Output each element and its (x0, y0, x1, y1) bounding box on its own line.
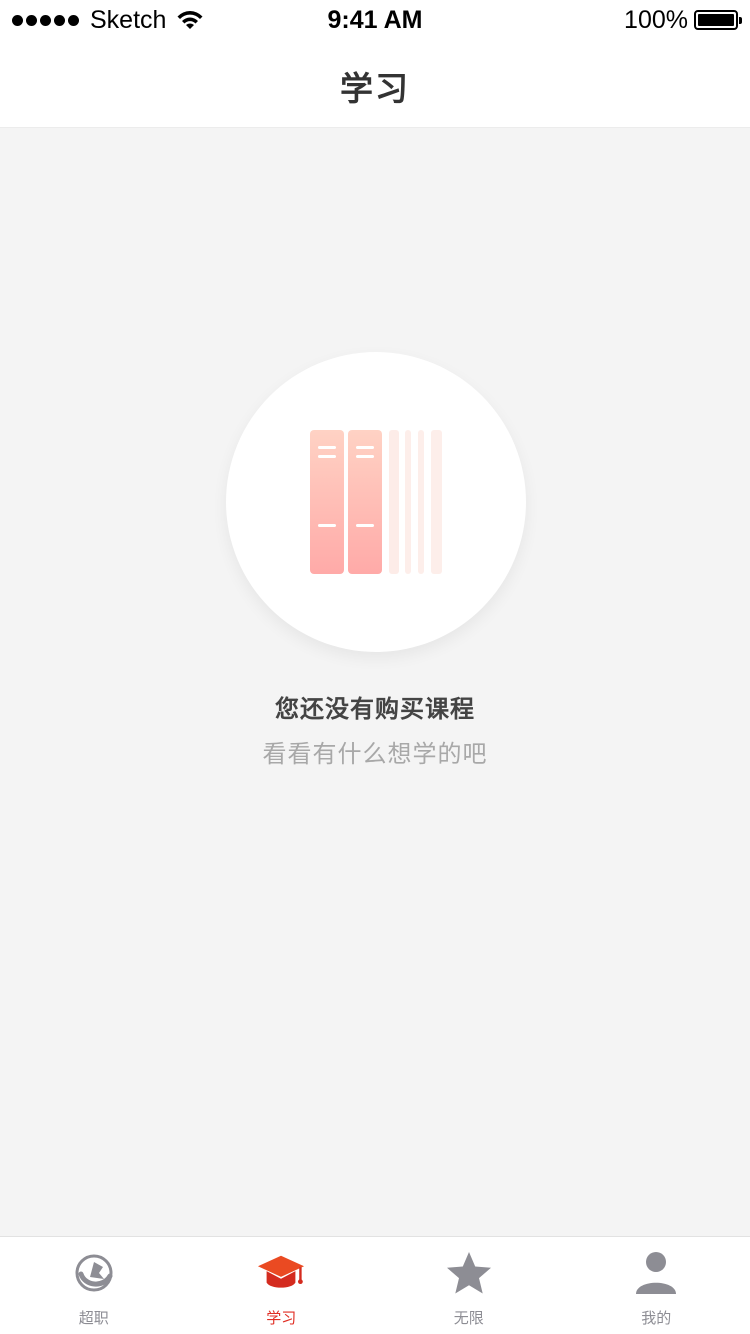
page-title: 学习 (340, 69, 410, 108)
person-icon (632, 1249, 680, 1297)
status-right: 100% (624, 5, 742, 34)
empty-state-illustration (226, 352, 526, 652)
screen: Sketch 9:41 AM 100% 学习 您还没有购买课程 看看有什么想学的… (0, 0, 750, 1334)
tab-study[interactable]: 学习 (188, 1237, 376, 1334)
status-bar: Sketch 9:41 AM 100% (0, 0, 750, 40)
battery-icon (694, 10, 742, 30)
graduation-cap-icon (257, 1249, 305, 1297)
tab-career[interactable]: 超职 (0, 1237, 188, 1334)
navigation-bar: 学习 (0, 40, 750, 128)
battery-percent: 100% (624, 5, 688, 34)
empty-state-subtitle: 看看有什么想学的吧 (262, 740, 488, 768)
tab-mine[interactable]: 我的 (563, 1237, 750, 1334)
books-icon (310, 430, 442, 574)
tab-unlimited[interactable]: 无限 (375, 1237, 563, 1334)
tab-label: 学习 (266, 1309, 297, 1327)
battery-fill (698, 14, 734, 26)
tab-label: 我的 (641, 1309, 672, 1327)
tab-bar: 超职 学习 无限 我的 (0, 1236, 750, 1334)
star-icon (445, 1249, 493, 1297)
empty-state-title: 您还没有购买课程 (275, 695, 475, 723)
career-globe-icon (70, 1249, 118, 1297)
tab-label: 超职 (78, 1309, 109, 1327)
tab-label: 无限 (453, 1309, 484, 1327)
